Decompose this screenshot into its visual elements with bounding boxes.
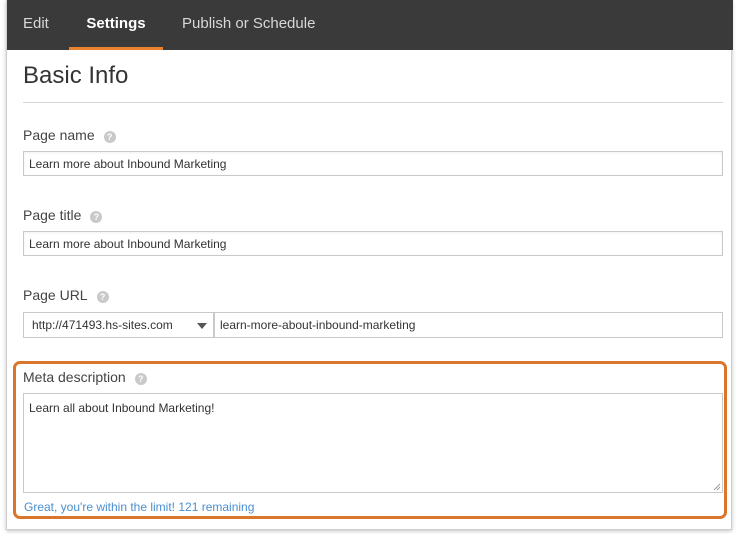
page-name-label-text: Page name [23, 127, 95, 143]
domain-select-value: http://471493.hs-sites.com [32, 318, 173, 332]
question-circle-icon[interactable]: ? [96, 291, 109, 303]
page-title-label-text: Page title [23, 207, 82, 223]
question-circle-icon[interactable]: ? [103, 131, 116, 143]
meta-description-textarea[interactable]: Learn all about Inbound Marketing! [23, 393, 723, 493]
tab-publish-or-schedule[interactable]: Publish or Schedule [182, 0, 315, 50]
tab-edit[interactable]: Edit [23, 0, 49, 50]
meta-description-label: Meta description? [23, 369, 147, 385]
meta-description-label-text: Meta description [23, 369, 126, 385]
settings-panel: Edit Settings Publish or Schedule Basic … [6, 0, 733, 530]
character-counter: Great, you're within the limit! 121 rema… [24, 500, 255, 514]
page-name-label: Page name? [23, 127, 116, 143]
page-title-input[interactable] [23, 231, 723, 256]
question-circle-icon[interactable]: ? [90, 211, 103, 223]
tab-settings[interactable]: Settings [69, 0, 163, 50]
tab-bar: Edit Settings Publish or Schedule [7, 0, 733, 50]
question-circle-icon[interactable]: ? [134, 373, 147, 385]
chevron-down-icon [197, 323, 207, 329]
page-url-label: Page URL? [23, 287, 109, 303]
section-title: Basic Info [23, 62, 129, 89]
resize-grip-icon[interactable] [713, 483, 721, 491]
title-divider [23, 102, 723, 103]
page-title-label: Page title? [23, 207, 103, 223]
page-url-label-text: Page URL [23, 287, 88, 303]
page-name-input[interactable] [23, 151, 723, 176]
page-url-slug-input[interactable] [214, 312, 723, 338]
domain-select[interactable]: http://471493.hs-sites.com [23, 312, 214, 338]
